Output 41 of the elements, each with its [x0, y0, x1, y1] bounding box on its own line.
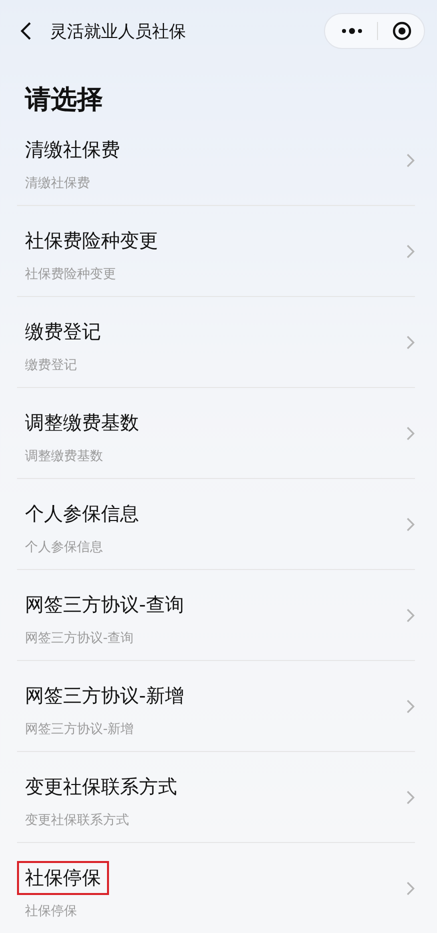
menu-item[interactable]: 缴费登记 缴费登记: [17, 297, 415, 388]
item-subtitle: 社保停保: [25, 902, 77, 920]
menu-item[interactable]: 社保停保 社保停保: [17, 843, 415, 933]
item-title: 网签三方协议-新增: [24, 684, 185, 708]
item-title: 社保费险种变更: [24, 228, 159, 254]
section-heading: 请选择: [24, 84, 104, 115]
menu-item[interactable]: 网签三方协议-查询 网签三方协议-查询: [17, 570, 415, 661]
chevron-right-icon: [406, 790, 415, 804]
item-title: 社保停保: [17, 860, 109, 894]
item-title: 清缴社保费: [24, 138, 121, 162]
close-icon[interactable]: [392, 21, 412, 41]
item-subtitle: 网签三方协议-新增: [25, 720, 134, 738]
page-title: 灵活就业人员社保: [50, 20, 187, 42]
menu-item[interactable]: 调整缴费基数 调整缴费基数: [17, 388, 415, 479]
chevron-right-icon: [406, 880, 415, 896]
chevron-right-icon: [406, 244, 415, 258]
chevron-right-icon: [406, 516, 415, 532]
menu-item[interactable]: 网签三方协议-新增 网签三方协议-新增: [17, 661, 415, 752]
item-title: 调整缴费基数: [24, 410, 140, 436]
item-title: 个人参保信息: [24, 502, 140, 526]
menu-item[interactable]: 个人参保信息 个人参保信息: [17, 479, 415, 570]
item-subtitle: 网签三方协议-查询: [25, 630, 134, 646]
chevron-right-icon: [406, 698, 415, 714]
back-icon[interactable]: [20, 21, 32, 41]
menu-item[interactable]: 清缴社保费 清缴社保费: [17, 115, 415, 206]
chevron-right-icon: [406, 426, 415, 440]
item-title: 缴费登记: [24, 320, 102, 344]
item-title: 网签三方协议-查询: [24, 592, 185, 618]
chevron-right-icon: [406, 334, 415, 350]
item-subtitle: 社保费险种变更: [25, 266, 116, 282]
item-subtitle: 调整缴费基数: [25, 448, 103, 464]
menu-item[interactable]: 变更社保联系方式 变更社保联系方式: [17, 752, 415, 843]
item-title: 变更社保联系方式: [24, 774, 178, 800]
item-subtitle: 变更社保联系方式: [25, 812, 129, 828]
more-icon[interactable]: [341, 27, 363, 35]
menu-item[interactable]: 社保费险种变更 社保费险种变更: [17, 206, 415, 297]
chevron-right-icon: [406, 608, 415, 622]
item-subtitle: 缴费登记: [25, 356, 77, 374]
item-subtitle: 清缴社保费: [25, 174, 90, 192]
item-subtitle: 个人参保信息: [25, 538, 103, 556]
chevron-right-icon: [406, 152, 415, 168]
